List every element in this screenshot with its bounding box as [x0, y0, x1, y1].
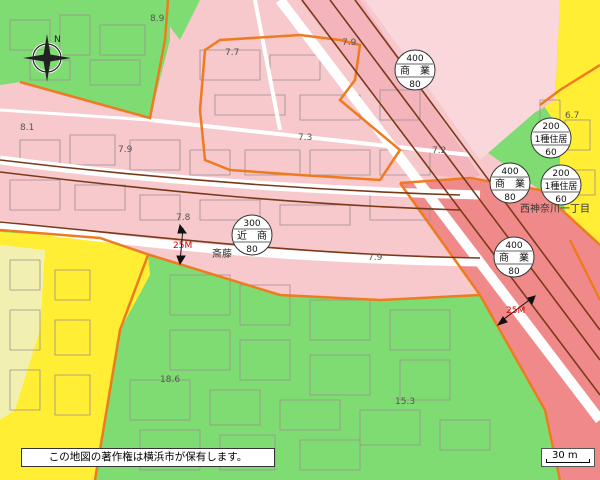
- elevation-label: 8.1: [20, 123, 34, 133]
- height-limit-label: 25M: [506, 306, 525, 316]
- zone-far: 200: [542, 122, 559, 132]
- map-canvas: 8.9 7.7 7.9 8.1 7.9 7.3 7.2 7.8 7.9 6.7 …: [0, 0, 600, 480]
- zone-bcr: 80: [504, 193, 516, 203]
- place-name-saito: 斎藤: [212, 247, 232, 260]
- zone-type: 商 業: [499, 251, 529, 264]
- zone-bcr: 60: [555, 195, 567, 205]
- zone-type: 1種住居: [535, 133, 568, 145]
- elevation-label: 8.9: [150, 14, 165, 24]
- zone-far: 400: [505, 241, 522, 251]
- elevation-label: 7.8: [176, 213, 191, 223]
- elevation-label: 7.7: [225, 48, 239, 58]
- zone-far: 400: [501, 167, 518, 177]
- zone-label[interactable]: 400 商 業 80: [394, 49, 436, 91]
- copyright-notice: この地図の著作権は横浜市が保有します。: [21, 448, 275, 467]
- elevation-label: 18.6: [160, 375, 180, 385]
- elevation-label: 6.7: [565, 111, 579, 121]
- zone-label[interactable]: 400 商 業 80: [493, 236, 535, 278]
- zone-bcr: 80: [246, 245, 258, 255]
- elevation-label: 7.2: [432, 146, 446, 156]
- zone-type: 1種住居: [545, 180, 578, 192]
- scale-bar-line: [546, 459, 590, 463]
- zone-bcr: 80: [409, 80, 421, 90]
- height-limit-label: 25M: [173, 241, 192, 251]
- elevation-label: 7.9: [342, 38, 357, 48]
- scale-bar: 30 m: [541, 448, 595, 467]
- zone-far: 300: [243, 219, 260, 229]
- elevation-label: 7.9: [368, 253, 383, 263]
- elevation-label: 7.9: [118, 145, 133, 155]
- compass-north-letter: N: [54, 35, 61, 45]
- zone-type: 商 業: [400, 64, 430, 77]
- zone-label[interactable]: 200 1種住居 60: [540, 164, 582, 206]
- elevation-label: 7.3: [298, 133, 312, 143]
- zone-far: 200: [552, 169, 569, 179]
- zone-label[interactable]: 200 1種住居 60: [530, 117, 572, 159]
- zone-bcr: 80: [508, 267, 520, 277]
- elevation-label: 15.3: [395, 397, 415, 407]
- zone-far: 400: [406, 54, 423, 64]
- zone-bcr: 60: [545, 148, 557, 158]
- zone-type: 近 商: [237, 229, 267, 242]
- zone-label[interactable]: 400 商 業 80: [489, 162, 531, 204]
- zone-label[interactable]: 300 近 商 80: [231, 214, 273, 256]
- zoning-map[interactable]: 8.9 7.7 7.9 8.1 7.9 7.3 7.2 7.8 7.9 6.7 …: [0, 0, 600, 480]
- zone-type: 商 業: [495, 177, 525, 190]
